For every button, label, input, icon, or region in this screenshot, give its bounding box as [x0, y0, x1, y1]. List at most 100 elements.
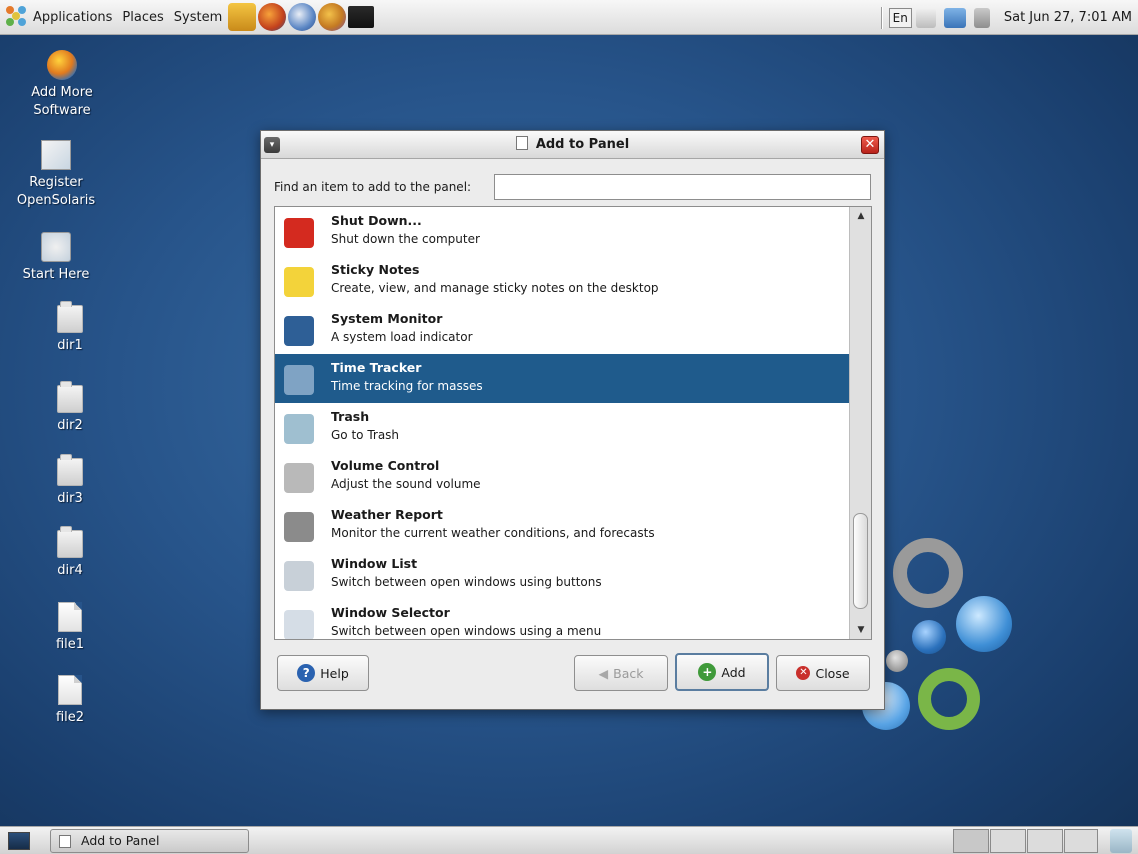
panel-icon: [59, 835, 71, 848]
list-scrollbar[interactable]: ▲ ▼: [849, 207, 871, 639]
home-folder-icon[interactable]: [228, 3, 257, 31]
desktop-icon-label: Start Here: [22, 267, 90, 282]
applications-menu[interactable]: Applications: [28, 0, 117, 35]
folder-icon: [57, 301, 83, 333]
back-button-label: Back: [613, 665, 644, 681]
desktop-icon-dir3[interactable]: dir3: [24, 454, 116, 508]
desktop-icon-label: file1: [55, 637, 85, 652]
list-item[interactable]: Trash Go to Trash: [275, 403, 849, 452]
desktop-icon-dir4[interactable]: dir4: [24, 526, 116, 580]
desktop-icon-file1[interactable]: file1: [24, 602, 116, 654]
desktop-icon-dir2[interactable]: dir2: [24, 381, 116, 435]
folder-icon: [57, 526, 83, 558]
panel-item-list-rows: Shut Down... Shut down the computer Sticky…: [275, 207, 849, 639]
desktop-icon-register-opensolaris[interactable]: Register OpenSolaris: [10, 140, 102, 210]
desktop-icon-label: dir1: [57, 338, 83, 353]
printer-icon[interactable]: [915, 7, 936, 28]
list-item-description: Create, view, and manage sticky notes on…: [331, 281, 659, 295]
desktop-icon-label: dir4: [57, 563, 83, 578]
desktop-icon-label: dir2: [57, 418, 83, 433]
close-icon: ✕: [796, 666, 811, 680]
trash-icon[interactable]: [1110, 829, 1132, 853]
workspace-3[interactable]: [1027, 829, 1063, 853]
close-button[interactable]: ✕ Close: [776, 655, 870, 691]
dialog-titlebar[interactable]: ▾ Add to Panel ✕: [261, 131, 884, 159]
list-item[interactable]: Weather Report Monitor the current weathe…: [275, 501, 849, 550]
list-item-description: A system load indicator: [331, 330, 473, 344]
list-item-description: Adjust the sound volume: [331, 477, 481, 491]
taskbar-window-add-to-panel[interactable]: Add to Panel: [50, 829, 249, 853]
show-desktop-icon[interactable]: [8, 832, 30, 850]
list-item-name: Window Selector: [331, 605, 450, 620]
list-item[interactable]: Window List Switch between open windows u…: [275, 550, 849, 599]
find-item-input[interactable]: [494, 174, 871, 200]
scroll-up-arrow-icon[interactable]: ▲: [854, 209, 868, 223]
list-item-description: Shut down the computer: [331, 232, 480, 246]
window-selector-icon: [284, 610, 314, 639]
list-item[interactable]: Time Tracker Time tracking for masses: [275, 354, 849, 403]
workspace-1[interactable]: [953, 829, 989, 853]
list-item-name: System Monitor: [331, 311, 443, 326]
add-button[interactable]: + Add: [675, 653, 769, 691]
list-item-name: Trash: [331, 409, 370, 424]
applications-menu-icon[interactable]: [6, 6, 28, 28]
back-button[interactable]: ◀ Back: [574, 655, 668, 691]
desktop-icon-file2[interactable]: file2: [24, 675, 116, 727]
list-item-description: Go to Trash: [331, 428, 400, 442]
list-item[interactable]: System Monitor A system load indicator: [275, 305, 849, 354]
volume-muted-icon[interactable]: [973, 7, 990, 28]
desktop-icon-label: Add More Software: [31, 85, 93, 118]
decorative-ring-gray: [893, 538, 963, 608]
list-item[interactable]: Sticky Notes Create, view, and manage sti…: [275, 256, 849, 305]
help-button[interactable]: ? Help: [277, 655, 369, 691]
desktop-icon-add-more-software[interactable]: Add More Software: [16, 50, 108, 120]
list-item-name: Sticky Notes: [331, 262, 420, 277]
workspace-2[interactable]: [990, 829, 1026, 853]
time-tracker-icon: [284, 365, 314, 395]
list-item[interactable]: Volume Control Adjust the sound volume: [275, 452, 849, 501]
find-item-label: Find an item to add to the panel:: [274, 180, 472, 194]
close-button-label: Close: [815, 665, 850, 681]
weather-icon: [284, 512, 314, 542]
list-item[interactable]: Shut Down... Shut down the computer: [275, 207, 849, 256]
system-menu[interactable]: System: [169, 0, 227, 35]
help-button-label: Help: [320, 665, 349, 681]
keyboard-language-indicator[interactable]: En: [888, 7, 912, 28]
notification-area: En Sat Jun 27, 7:01 AM: [875, 0, 1138, 35]
places-menu[interactable]: Places: [117, 0, 168, 35]
update-manager-icon[interactable]: [943, 7, 966, 28]
window-close-button[interactable]: ✕: [861, 136, 879, 154]
list-item-name: Time Tracker: [331, 360, 422, 375]
add-icon: +: [698, 663, 717, 681]
desktop-icon-dir1[interactable]: dir1: [24, 301, 116, 355]
list-item-description: Monitor the current weather conditions, …: [331, 526, 655, 540]
sticky-note-icon: [284, 267, 314, 297]
window-list-icon: [284, 561, 314, 591]
folder-icon: [57, 381, 83, 413]
panel-item-list[interactable]: Shut Down... Shut down the computer Sticky…: [274, 206, 872, 640]
scroll-down-arrow-icon[interactable]: ▼: [854, 623, 868, 637]
pidgin-icon[interactable]: [318, 3, 347, 31]
workspace-4[interactable]: [1064, 829, 1098, 853]
desktop-icon-label: file2: [55, 710, 85, 725]
taskbar-window-label: Add to Panel: [81, 833, 160, 848]
list-item-description: Switch between open windows using button…: [331, 575, 602, 589]
add-to-panel-dialog: ▾ Add to Panel ✕ Find an item to add to …: [260, 130, 885, 710]
power-icon: [284, 218, 314, 248]
list-item-name: Volume Control: [331, 458, 440, 473]
system-monitor-icon: [284, 316, 314, 346]
thunderbird-icon[interactable]: [288, 3, 317, 31]
desktop-icon-start-here[interactable]: Start Here: [10, 232, 102, 284]
terminal-icon[interactable]: [348, 6, 375, 28]
desktop-icon-label: Register OpenSolaris: [16, 175, 96, 208]
clock[interactable]: Sat Jun 27, 7:01 AM: [994, 10, 1138, 25]
list-item-description: Time tracking for masses: [331, 379, 483, 393]
list-item[interactable]: Window Selector Switch between open windo…: [275, 599, 849, 639]
help-icon: ?: [297, 664, 316, 682]
speaker-icon: [284, 463, 314, 493]
file-icon: [58, 675, 82, 705]
firefox-icon[interactable]: [258, 3, 287, 31]
top-panel: Applications Places System En Sat Jun 27…: [0, 0, 1138, 35]
scrollbar-thumb[interactable]: [853, 513, 868, 609]
back-arrow-icon: ◀: [598, 665, 609, 681]
